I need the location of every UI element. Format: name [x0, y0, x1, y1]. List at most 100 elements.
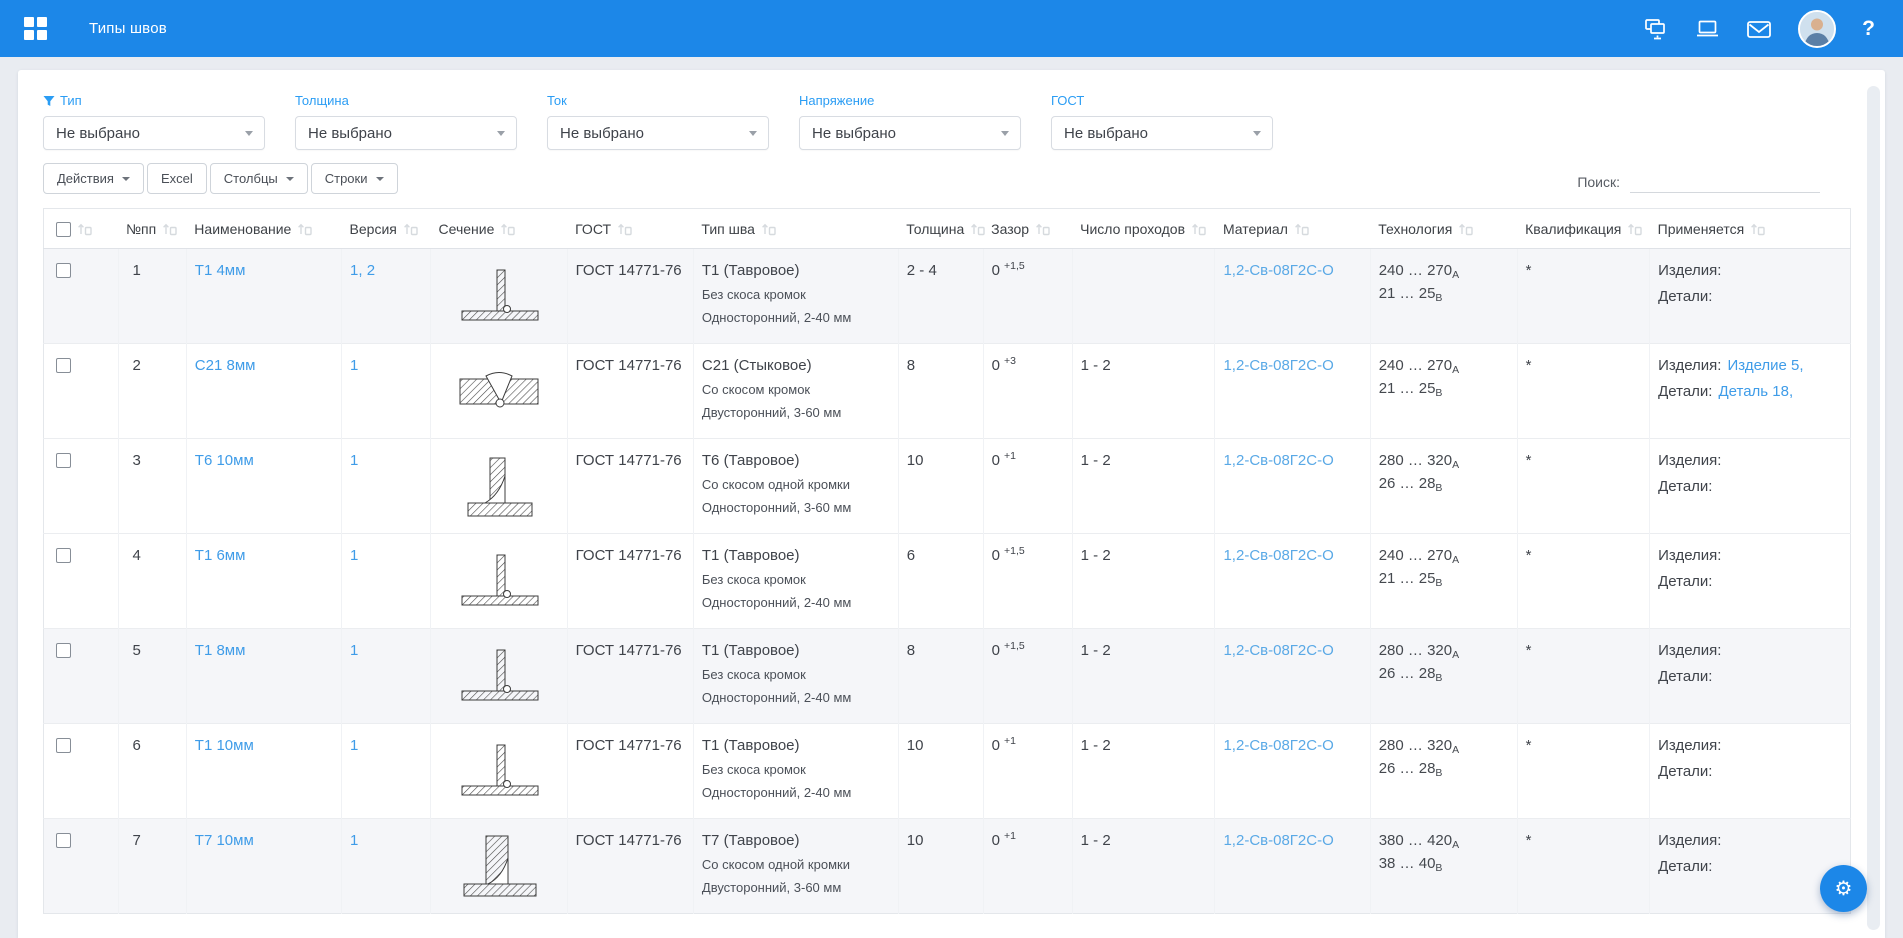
row-select-checkbox[interactable]	[56, 738, 71, 753]
sort-icon[interactable]	[1035, 222, 1050, 236]
settings-fab[interactable]: ⚙	[1820, 865, 1867, 912]
cell-gap: 0+1	[983, 819, 1072, 914]
sort-icon[interactable]	[1191, 222, 1206, 236]
cell-select	[44, 819, 119, 914]
sort-icon[interactable]	[761, 222, 776, 236]
detail-link[interactable]: Деталь 18,	[1718, 383, 1793, 400]
product-link[interactable]: Изделие 5,	[1727, 357, 1803, 374]
sort-icon[interactable]	[970, 222, 985, 236]
seam-name-link[interactable]: С21 8мм	[195, 357, 256, 374]
filter-select-2[interactable]: Не выбрано	[547, 116, 769, 150]
version-link[interactable]: 1	[350, 357, 358, 374]
material-link[interactable]: 1,2-Св-08Г2С-О	[1223, 452, 1333, 469]
material-link[interactable]: 1,2-Св-08Г2С-О	[1223, 262, 1333, 279]
cell-passes: 1 - 2	[1072, 629, 1215, 724]
toolbar-button-действия[interactable]: Действия	[43, 163, 144, 194]
sort-icon[interactable]	[1750, 222, 1765, 236]
row-select-checkbox[interactable]	[56, 548, 71, 563]
avatar[interactable]	[1798, 10, 1836, 48]
sort-icon[interactable]	[1458, 222, 1473, 236]
column-label: Зазор	[991, 221, 1029, 237]
cell-tech: 380 … 420А38 … 40В	[1370, 819, 1517, 914]
laptop-icon[interactable]	[1695, 18, 1720, 40]
cell-tech: 280 … 320А26 … 28В	[1370, 439, 1517, 534]
column-header-gap: Зазор	[983, 209, 1072, 249]
gear-icon: ⚙	[1835, 876, 1853, 901]
material-link[interactable]: 1,2-Св-08Г2С-О	[1223, 832, 1333, 849]
toolbar-button-строки[interactable]: Строки	[311, 163, 398, 194]
version-link[interactable]: 1	[350, 452, 358, 469]
sort-icon[interactable]	[403, 222, 418, 236]
row-select-checkbox[interactable]	[56, 643, 71, 658]
material-link[interactable]: 1,2-Св-08Г2С-О	[1223, 642, 1333, 659]
sort-icon[interactable]	[297, 222, 312, 236]
select-all-checkbox[interactable]	[56, 222, 71, 237]
cell-version: 1	[342, 344, 431, 439]
mail-icon[interactable]	[1746, 19, 1772, 39]
cell-type: Т1 (Тавровое)Без скоса кромокОдносторонн…	[693, 534, 898, 629]
version-link[interactable]: 1	[350, 547, 358, 564]
column-label: Сечение	[439, 221, 495, 237]
row-select-checkbox[interactable]	[56, 453, 71, 468]
search-input[interactable]	[1630, 171, 1820, 193]
app-menu-grid-icon[interactable]	[24, 17, 47, 40]
column-label: ГОСТ	[575, 221, 611, 237]
sort-icon[interactable]	[1627, 222, 1642, 236]
help-icon[interactable]: ?	[1862, 17, 1875, 41]
row-select-checkbox[interactable]	[56, 358, 71, 373]
cell-select	[44, 344, 119, 439]
filter-select-4[interactable]: Не выбрано	[1051, 116, 1273, 150]
help-glyph: ?	[1862, 17, 1875, 41]
header-actions: ?	[1618, 10, 1875, 48]
page-title: Типы швов	[89, 20, 167, 37]
sort-icon[interactable]	[77, 222, 92, 236]
column-label: Тип шва	[701, 221, 755, 237]
seam-name-link[interactable]: Т1 8мм	[195, 642, 246, 659]
toolbar-button-excel[interactable]: Excel	[147, 163, 207, 194]
cell-gost: ГОСТ 14771-76	[567, 249, 693, 344]
material-link[interactable]: 1,2-Св-08Г2С-О	[1223, 737, 1333, 754]
row-select-checkbox[interactable]	[56, 263, 71, 278]
column-label: Число проходов	[1080, 221, 1185, 237]
filter-select-3[interactable]: Не выбрано	[799, 116, 1021, 150]
app-header: Типы швов ?	[0, 0, 1903, 57]
filter-selected-value: Не выбрано	[1064, 125, 1148, 142]
cell-qual: *	[1517, 344, 1649, 439]
vertical-scrollbar[interactable]	[1867, 86, 1880, 930]
version-link[interactable]: 1	[350, 642, 358, 659]
cell-section	[431, 724, 568, 819]
cell-num: 3	[118, 439, 186, 534]
version-link[interactable]: 1	[350, 832, 358, 849]
cell-passes: 1 - 2	[1072, 439, 1215, 534]
column-header-passes: Число проходов	[1072, 209, 1215, 249]
material-link[interactable]: 1,2-Св-08Г2С-О	[1223, 547, 1333, 564]
table-row: 5Т1 8мм1ГОСТ 14771-76Т1 (Тавровое)Без ск…	[44, 629, 1851, 724]
sort-icon[interactable]	[1294, 222, 1309, 236]
version-link[interactable]: 1, 2	[350, 262, 375, 279]
toolbar-button-столбцы[interactable]: Столбцы	[210, 163, 308, 194]
column-header-gost: ГОСТ	[567, 209, 693, 249]
seam-name-link[interactable]: Т7 10мм	[195, 832, 254, 849]
version-link[interactable]: 1	[350, 737, 358, 754]
chevron-down-icon	[376, 177, 384, 181]
seam-name-link[interactable]: Т1 4мм	[195, 262, 246, 279]
filter-select-0[interactable]: Не выбрано	[43, 116, 265, 150]
sort-icon[interactable]	[500, 222, 515, 236]
row-select-checkbox[interactable]	[56, 833, 71, 848]
filter-selected-value: Не выбрано	[812, 125, 896, 142]
cell-num: 5	[118, 629, 186, 724]
material-link[interactable]: 1,2-Св-08Г2С-О	[1223, 357, 1333, 374]
seam-name-link[interactable]: Т1 10мм	[195, 737, 254, 754]
seam-name-link[interactable]: Т6 10мм	[195, 452, 254, 469]
sort-icon[interactable]	[162, 222, 177, 236]
column-label: Квалификация	[1525, 221, 1621, 237]
screens-icon[interactable]	[1644, 18, 1669, 40]
cell-type: С21 (Стыковое)Со скосом кромокДвусторонн…	[693, 344, 898, 439]
filter-select-1[interactable]: Не выбрано	[295, 116, 517, 150]
sort-icon[interactable]	[617, 222, 632, 236]
cell-qual: *	[1517, 819, 1649, 914]
funnel-icon	[43, 95, 55, 107]
cell-section	[431, 249, 568, 344]
seam-name-link[interactable]: Т1 6мм	[195, 547, 246, 564]
cell-thickness: 10	[898, 439, 983, 534]
